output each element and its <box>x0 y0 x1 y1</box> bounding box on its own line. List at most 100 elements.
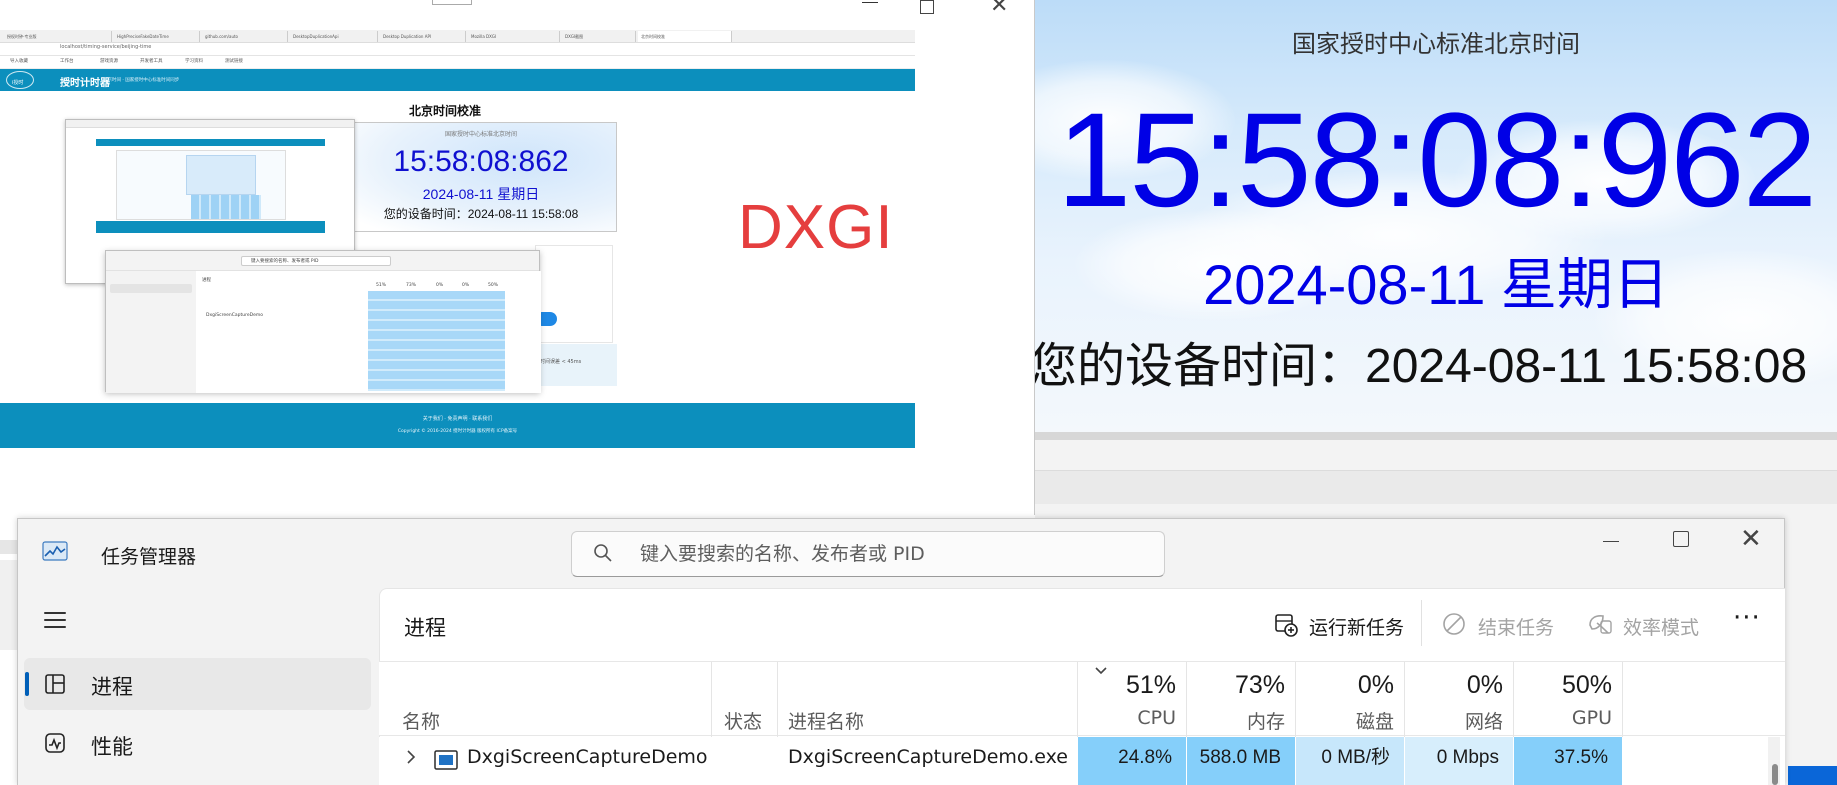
dxgi-overlay-label: DXGI <box>738 193 894 262</box>
browser-tabstrip: 授权时钟-专业版 HighPreciseFakeDateTime github.… <box>0 30 915 43</box>
hamburger-menu-icon[interactable] <box>44 612 66 628</box>
column-header-memory[interactable]: 内存 <box>1189 707 1285 734</box>
column-header-status[interactable]: 状态 <box>724 707 762 734</box>
nav-item-processes[interactable] <box>24 658 371 710</box>
memory-cell: 588.0 MB <box>1187 737 1295 785</box>
background-window-edge <box>0 540 17 554</box>
maximize-button[interactable] <box>920 0 934 14</box>
nav-selection-indicator <box>25 672 29 696</box>
column-header-network[interactable]: 网络 <box>1407 707 1503 734</box>
nested-heading: 进程 <box>202 278 211 283</box>
nested-col: 73% <box>406 283 417 288</box>
processes-icon <box>45 674 65 694</box>
bookmark-item[interactable]: 导入收藏 <box>10 58 28 64</box>
footer-copyright: Copyright © 2016-2024 授时计时器 版权所有 ICP备案号 <box>397 429 518 434</box>
taskbar-corner <box>1788 766 1837 785</box>
toolbar-separator <box>1421 600 1422 646</box>
column-header-disk[interactable]: 磁盘 <box>1298 707 1394 734</box>
page-device-time: 您的设备时间：2024-08-11 15:58:08 <box>383 207 579 221</box>
browser-tab[interactable]: 授权时钟-专业版 <box>4 31 112 42</box>
window-tab-stub <box>432 0 472 5</box>
background-window-bar <box>1035 470 1837 504</box>
cpu-total[interactable]: 51% <box>1080 671 1176 700</box>
nav-item-label: 性能 <box>91 735 133 759</box>
nested-col: 0% <box>436 283 444 288</box>
panel-divider <box>1035 432 1837 440</box>
browser-tab-active[interactable]: 北京时间校准 <box>638 31 732 42</box>
standard-date: 2024-08-11 星期日 <box>1203 253 1669 316</box>
nav-item-label: 进程 <box>91 675 133 699</box>
standard-clock: 15:58:08:962 <box>1056 86 1817 235</box>
disk-cell: 0 MB/秒 <box>1296 737 1404 785</box>
bookmark-item[interactable]: 游戏资源 <box>100 58 118 64</box>
end-task-icon <box>1443 613 1465 635</box>
bookmark-item[interactable]: 工作台 <box>60 58 74 64</box>
minimize-button[interactable] <box>862 0 880 10</box>
network-cell: 0 Mbps <box>1405 737 1513 785</box>
close-button[interactable]: ✕ <box>990 0 1008 17</box>
memory-total[interactable]: 73% <box>1189 671 1285 700</box>
nested-search-text: 键入要搜索的名称、发布者或 PID <box>251 259 319 264</box>
page-heading: 北京时间校准 <box>408 104 481 118</box>
column-header-cpu[interactable]: CPU <box>1080 707 1176 729</box>
clock-box-caption: 国家授时中心标准北京时间 <box>444 131 517 138</box>
nav-item-performance[interactable] <box>24 716 371 768</box>
efficiency-mode-button[interactable]: 效率模式 <box>1623 613 1699 640</box>
pane-title: 进程 <box>404 616 446 640</box>
close-button[interactable]: ✕ <box>1740 526 1762 552</box>
application-window-icon <box>434 750 458 770</box>
more-options-button[interactable]: ··· <box>1733 603 1761 633</box>
disk-total[interactable]: 0% <box>1298 671 1394 700</box>
nested-col: 50% <box>488 283 499 288</box>
efficiency-mode-icon <box>1589 615 1612 634</box>
run-new-task-icon <box>1275 614 1298 637</box>
site-logo-text: i授时 <box>12 80 24 86</box>
gpu-total[interactable]: 50% <box>1516 671 1612 700</box>
process-name: DxgiScreenCaptureDemo <box>467 746 708 768</box>
bookmark-item[interactable]: 测试链接 <box>225 58 243 64</box>
browser-tab[interactable]: HighPreciseFakeDateTime <box>114 31 200 42</box>
browser-tab[interactable]: Desktop Duplication API <box>380 31 466 42</box>
column-header-name[interactable]: 名称 <box>402 707 440 734</box>
browser-tab[interactable]: github.com/auto <box>202 31 288 42</box>
nested-taskmanager-preview: 键入要搜索的名称、发布者或 PID 进程 DxgiScreenCaptureDe… <box>105 250 541 393</box>
nested-col: 0% <box>462 283 470 288</box>
device-time: 您的设备时间：2024-08-11 15:58:08 <box>1035 340 1808 393</box>
minimize-button[interactable] <box>1602 532 1620 550</box>
bookmark-item[interactable]: 学习资料 <box>185 58 203 64</box>
process-exe: DxgiScreenCaptureDemo.exe <box>788 746 1068 768</box>
run-new-task-button[interactable]: 运行新任务 <box>1309 613 1404 640</box>
bookmark-item[interactable]: 开发者工具 <box>140 58 163 64</box>
nested-col: 51% <box>376 283 387 288</box>
beijing-time-panel: 国家授时中心标准北京时间 15:58:08:962 2024-08-11 星期日… <box>1035 0 1837 436</box>
task-manager-title: 任务管理器 <box>101 546 197 568</box>
column-header-process-name[interactable]: 进程名称 <box>788 707 864 734</box>
background-window-edge <box>0 560 17 650</box>
browser-tab[interactable]: Mozilla DXGI <box>468 31 560 42</box>
site-footer <box>0 403 915 448</box>
address-url[interactable]: localhost/timing-service/beijing-time <box>60 44 151 50</box>
scrollbar-thumb[interactable] <box>1772 764 1778 785</box>
search-input[interactable] <box>640 541 1140 567</box>
bookmarks-bar <box>0 56 915 69</box>
column-header-gpu[interactable]: GPU <box>1516 707 1612 729</box>
footer-links[interactable]: 关于我们 · 免责声明 · 联系我们 <box>0 415 915 422</box>
performance-icon <box>45 733 65 753</box>
time-heading: 国家授时中心标准北京时间 <box>1292 30 1580 58</box>
page-info-strip <box>535 344 617 386</box>
cpu-cell: 24.8% <box>1078 737 1186 785</box>
browser-tab[interactable]: DesktopDuplicationApi <box>290 31 378 42</box>
search-icon <box>594 544 612 562</box>
page-clock: 15:58:08:862 <box>393 145 569 178</box>
maximize-button[interactable] <box>1673 531 1689 547</box>
site-subtitle: 北京时间 · 国家授时中心标准时间同步 <box>103 78 180 83</box>
end-task-button[interactable]: 结束任务 <box>1478 613 1554 640</box>
page-section <box>535 245 613 343</box>
browser-tab[interactable]: DXGI截图 <box>562 31 636 42</box>
nested-row-name: DxgiScreenCaptureDemo <box>206 313 263 318</box>
network-total[interactable]: 0% <box>1407 671 1503 700</box>
gpu-cell: 37.5% <box>1514 737 1622 785</box>
page-date: 2024-08-11 星期日 <box>422 186 540 202</box>
task-manager-app-icon <box>42 541 68 561</box>
expand-chevron-right-icon[interactable] <box>405 749 417 765</box>
